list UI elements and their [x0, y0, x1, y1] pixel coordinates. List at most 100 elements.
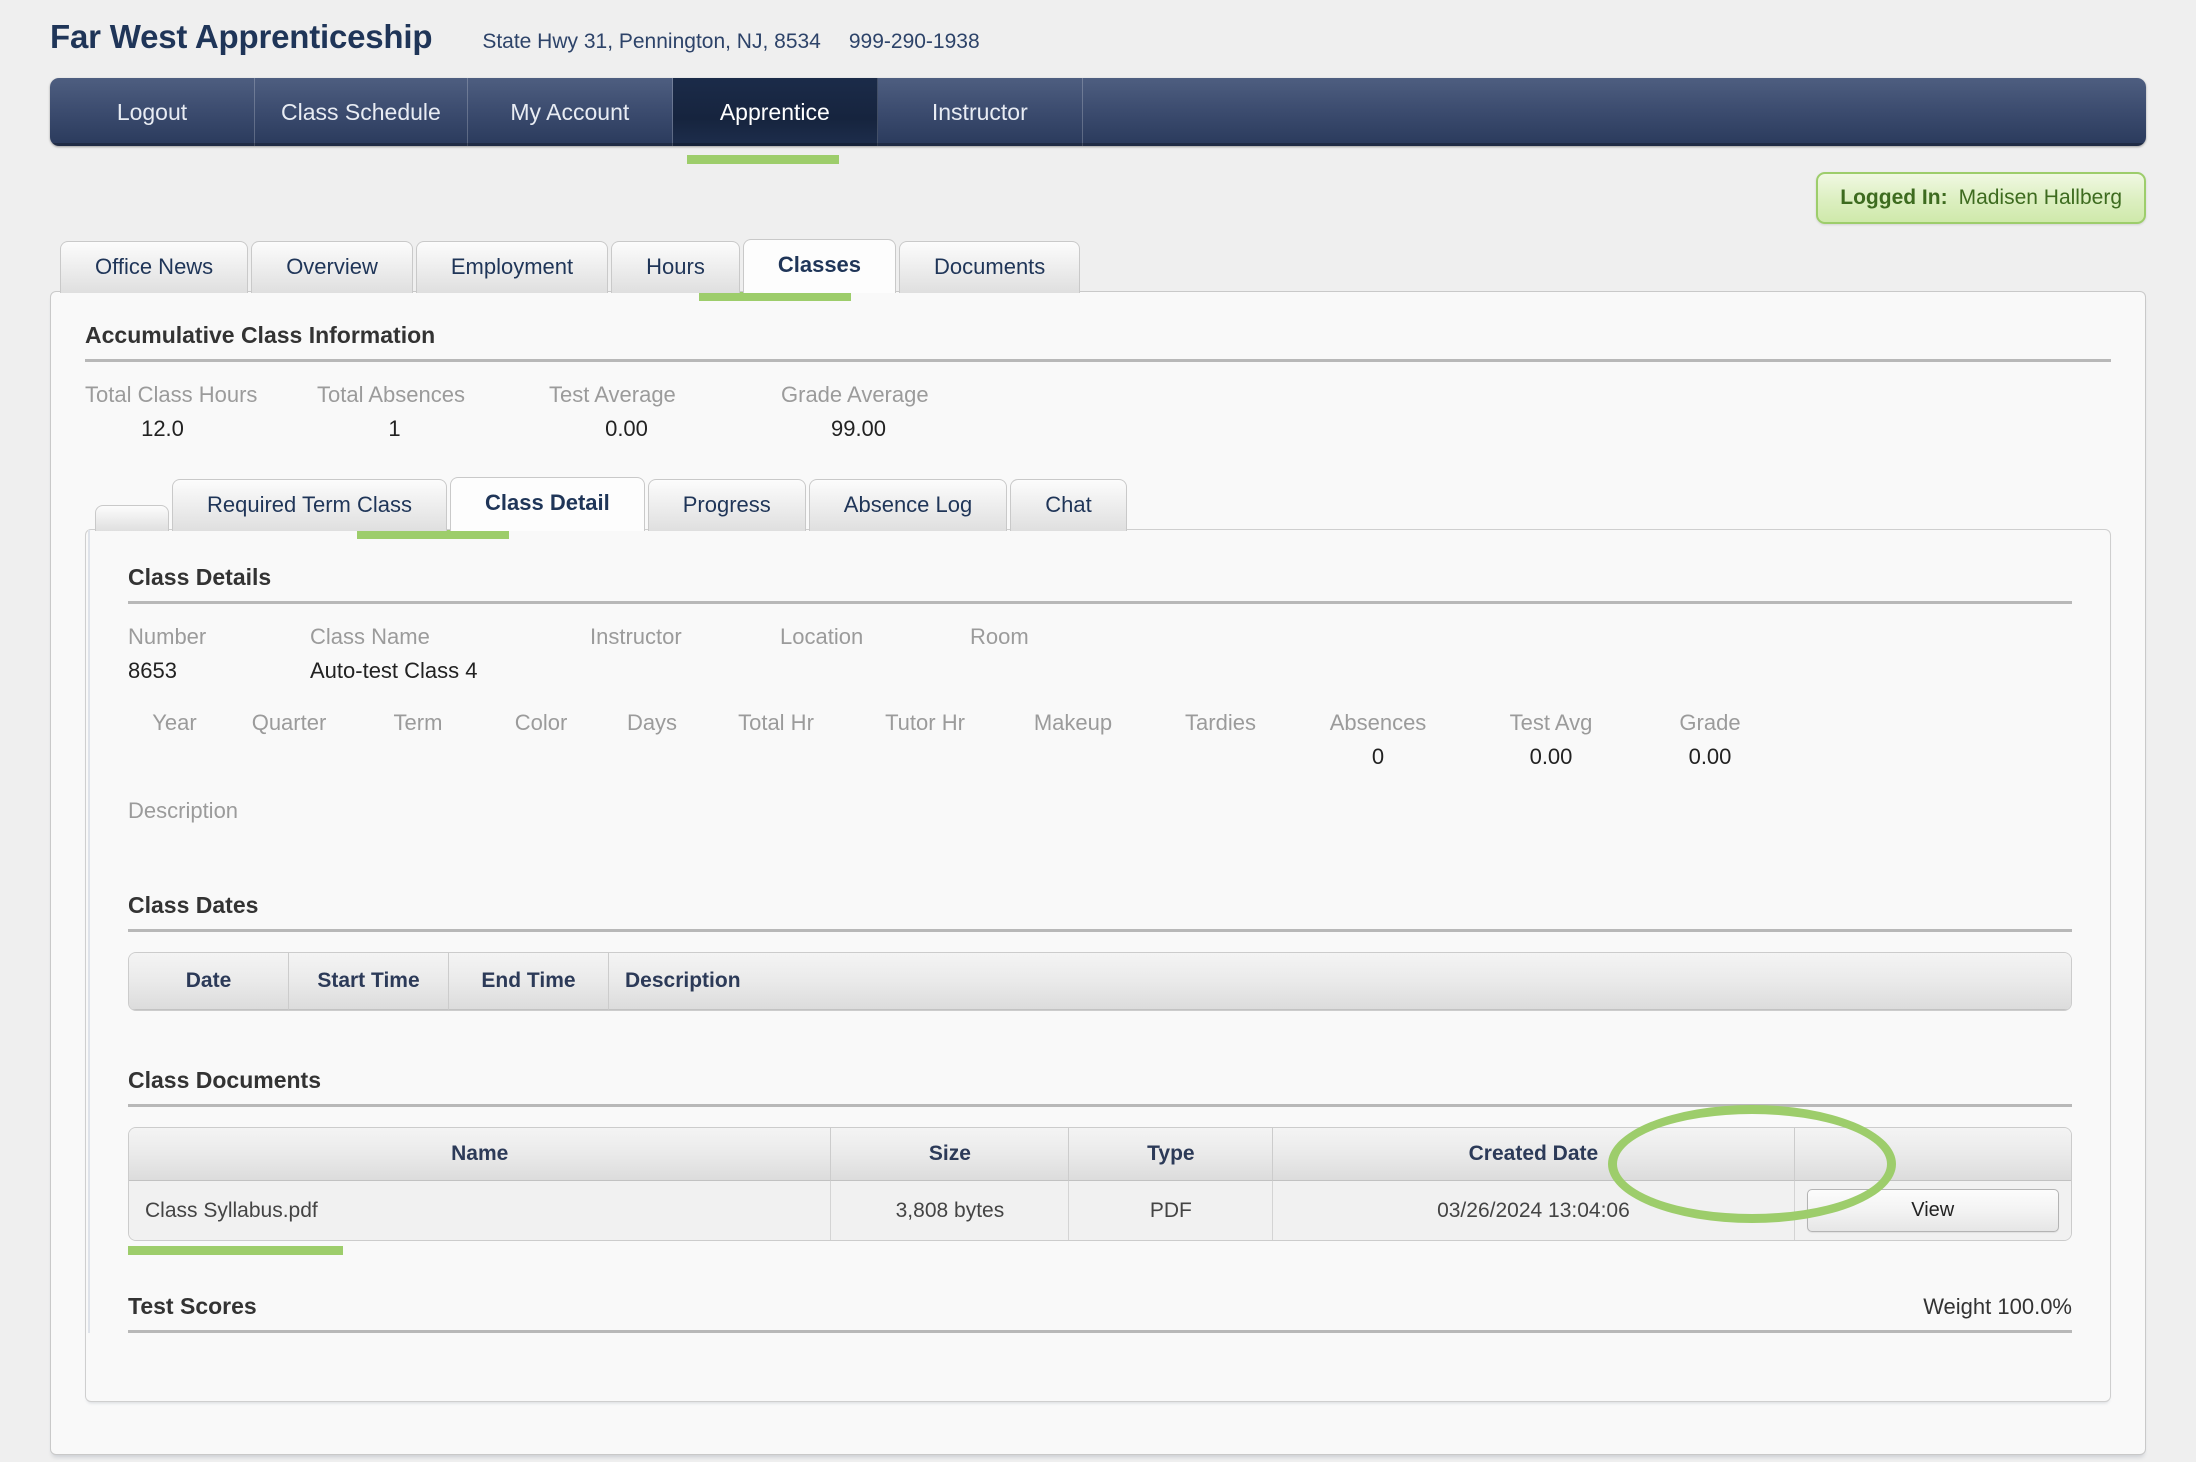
field-label: Grade	[1679, 710, 1741, 735]
tab-classes[interactable]: Classes	[742, 239, 897, 293]
class-documents-table-head: Name Size Type Created Date	[129, 1128, 2071, 1181]
field-label: Color	[514, 710, 568, 735]
class-documents-title: Class Documents	[128, 1067, 322, 1093]
test-scores-header: Test Scores Weight 100.0%	[128, 1293, 2072, 1320]
nav-item-logout[interactable]: Logout	[50, 78, 255, 146]
accumulative-section-title: Accumulative Class Information	[85, 322, 436, 348]
table-row: Class Syllabus.pdf 3,808 bytes PDF 03/26…	[129, 1181, 2071, 1240]
field-instructor: Instructor	[590, 624, 780, 684]
field-label: Class Name	[310, 624, 430, 649]
field-year: Year	[128, 710, 221, 770]
field-tutor-hr: Tutor Hr	[851, 710, 999, 770]
field-label: Tardies	[1185, 710, 1256, 735]
brand-address: State Hwy 31, Pennington, NJ, 8534	[482, 30, 821, 53]
nav-active-underline-marker	[687, 155, 839, 164]
field-label: Number	[128, 624, 207, 649]
class-details-divider	[128, 601, 2072, 604]
stat-label: Total Absences	[317, 382, 465, 407]
inner-tab-required-term-class[interactable]: Required Term Class	[172, 479, 448, 531]
classes-tab-underline-marker	[699, 292, 851, 301]
field-label: Term	[393, 710, 443, 735]
class-documents-table: Name Size Type Created Date Class Syllab…	[128, 1127, 2072, 1241]
nav-item-apprentice[interactable]: Apprentice	[672, 78, 878, 146]
main-navigation-bar: Logout Class Schedule My Account Apprent…	[50, 78, 2146, 146]
inner-tab-absence-log[interactable]: Absence Log	[808, 479, 1008, 531]
class-subsection: Required Term Class Class Detail Progres…	[85, 476, 2111, 1402]
classes-panel-inner: Accumulative Class Information Total Cla…	[51, 292, 2145, 1402]
document-row-underline-marker	[128, 1246, 343, 1255]
field-value: 8653	[128, 658, 177, 683]
col-size[interactable]: Size	[831, 1128, 1070, 1181]
col-start-time[interactable]: Start Time	[289, 953, 449, 1010]
field-label: Quarter	[251, 710, 327, 735]
cell-document-created-date: 03/26/2024 13:04:06	[1273, 1181, 1795, 1240]
field-value: 0.00	[1529, 744, 1573, 769]
stat-value: 99.00	[830, 416, 887, 441]
field-label: Instructor	[590, 624, 682, 649]
field-value	[128, 832, 2072, 858]
stat-value: 1	[388, 416, 401, 441]
inner-tabstrip: Required Term Class Class Detail Progres…	[85, 476, 2111, 531]
field-tardies: Tardies	[1147, 710, 1294, 770]
inner-tab-class-detail[interactable]: Class Detail	[450, 477, 645, 531]
inner-tab-chat[interactable]: Chat	[1010, 479, 1127, 531]
field-description: Description	[128, 798, 2072, 858]
logged-in-row: Logged In: Madisen Hallberg	[50, 172, 2146, 224]
field-absences: Absences 0	[1294, 710, 1462, 770]
field-value: Auto-test Class 4	[310, 658, 478, 683]
cell-document-actions: View	[1794, 1181, 2071, 1240]
class-details-title: Class Details	[128, 564, 272, 590]
cell-document-type: PDF	[1069, 1181, 1274, 1240]
field-grade: Grade 0.00	[1640, 710, 1780, 770]
col-type[interactable]: Type	[1069, 1128, 1274, 1181]
accumulative-stats-row: Total Class Hours 12.0 Total Absences 1 …	[85, 382, 2111, 442]
table-header-row: Name Size Type Created Date	[129, 1128, 2071, 1181]
classes-section: Office News Overview Employment Hours Cl…	[50, 238, 2146, 1455]
tab-overview[interactable]: Overview	[251, 241, 413, 293]
field-term: Term	[357, 710, 479, 770]
nav-item-instructor[interactable]: Instructor	[878, 78, 1083, 146]
status-badge: Logged In: Madisen Hallberg	[1816, 172, 2146, 224]
tab-documents[interactable]: Documents	[899, 241, 1081, 293]
class-dates-divider	[128, 929, 2072, 932]
field-label: Test Avg	[1509, 710, 1593, 735]
nav-item-class-schedule[interactable]: Class Schedule	[255, 78, 468, 146]
col-description[interactable]: Description	[609, 953, 2071, 1010]
classes-panel: Accumulative Class Information Total Cla…	[50, 291, 2146, 1455]
nav-underline-row	[50, 146, 2146, 172]
class-documents-table-body: Class Syllabus.pdf 3,808 bytes PDF 03/26…	[129, 1181, 2071, 1240]
tab-office-news[interactable]: Office News	[60, 241, 249, 293]
col-end-time[interactable]: End Time	[449, 953, 609, 1010]
tab-employment[interactable]: Employment	[415, 241, 609, 293]
page-header: Far West Apprenticeship State Hwy 31, Pe…	[0, 0, 2196, 56]
field-location: Location	[780, 624, 970, 684]
field-label: Tutor Hr	[885, 710, 965, 735]
col-created-date[interactable]: Created Date	[1273, 1128, 1795, 1181]
field-value	[780, 658, 970, 684]
nav-item-my-account[interactable]: My Account	[468, 78, 673, 146]
view-document-button[interactable]: View	[1806, 1189, 2059, 1232]
brand-contact-info: State Hwy 31, Pennington, NJ, 8534 999-2…	[482, 30, 979, 54]
stat-grade-average: Grade Average 99.00	[781, 382, 1013, 442]
class-dates-title: Class Dates	[128, 892, 259, 918]
field-room: Room	[970, 624, 1130, 684]
col-name[interactable]: Name	[129, 1128, 832, 1181]
cell-document-size: 3,808 bytes	[831, 1181, 1070, 1240]
stat-total-class-hours: Total Class Hours 12.0	[85, 382, 317, 442]
inner-tab-progress[interactable]: Progress	[647, 479, 806, 531]
col-actions	[1794, 1128, 2071, 1181]
stat-value: 0.00	[605, 416, 648, 441]
inner-tab-blank[interactable]	[95, 505, 169, 531]
field-color: Color	[479, 710, 603, 770]
stat-total-absences: Total Absences 1	[317, 382, 549, 442]
class-detail-panel: Class Details Number 8653 Class Name Aut…	[85, 529, 2111, 1402]
field-value: 0.00	[1688, 744, 1732, 769]
field-value: 0	[1371, 744, 1385, 769]
table-header-row: Date Start Time End Time Description	[129, 953, 2071, 1010]
field-value	[970, 658, 1130, 684]
tab-hours[interactable]: Hours	[611, 241, 740, 293]
field-label: Absences	[1329, 710, 1427, 735]
field-number: Number 8653	[128, 624, 310, 684]
field-test-avg: Test Avg 0.00	[1462, 710, 1640, 770]
col-date[interactable]: Date	[129, 953, 289, 1010]
